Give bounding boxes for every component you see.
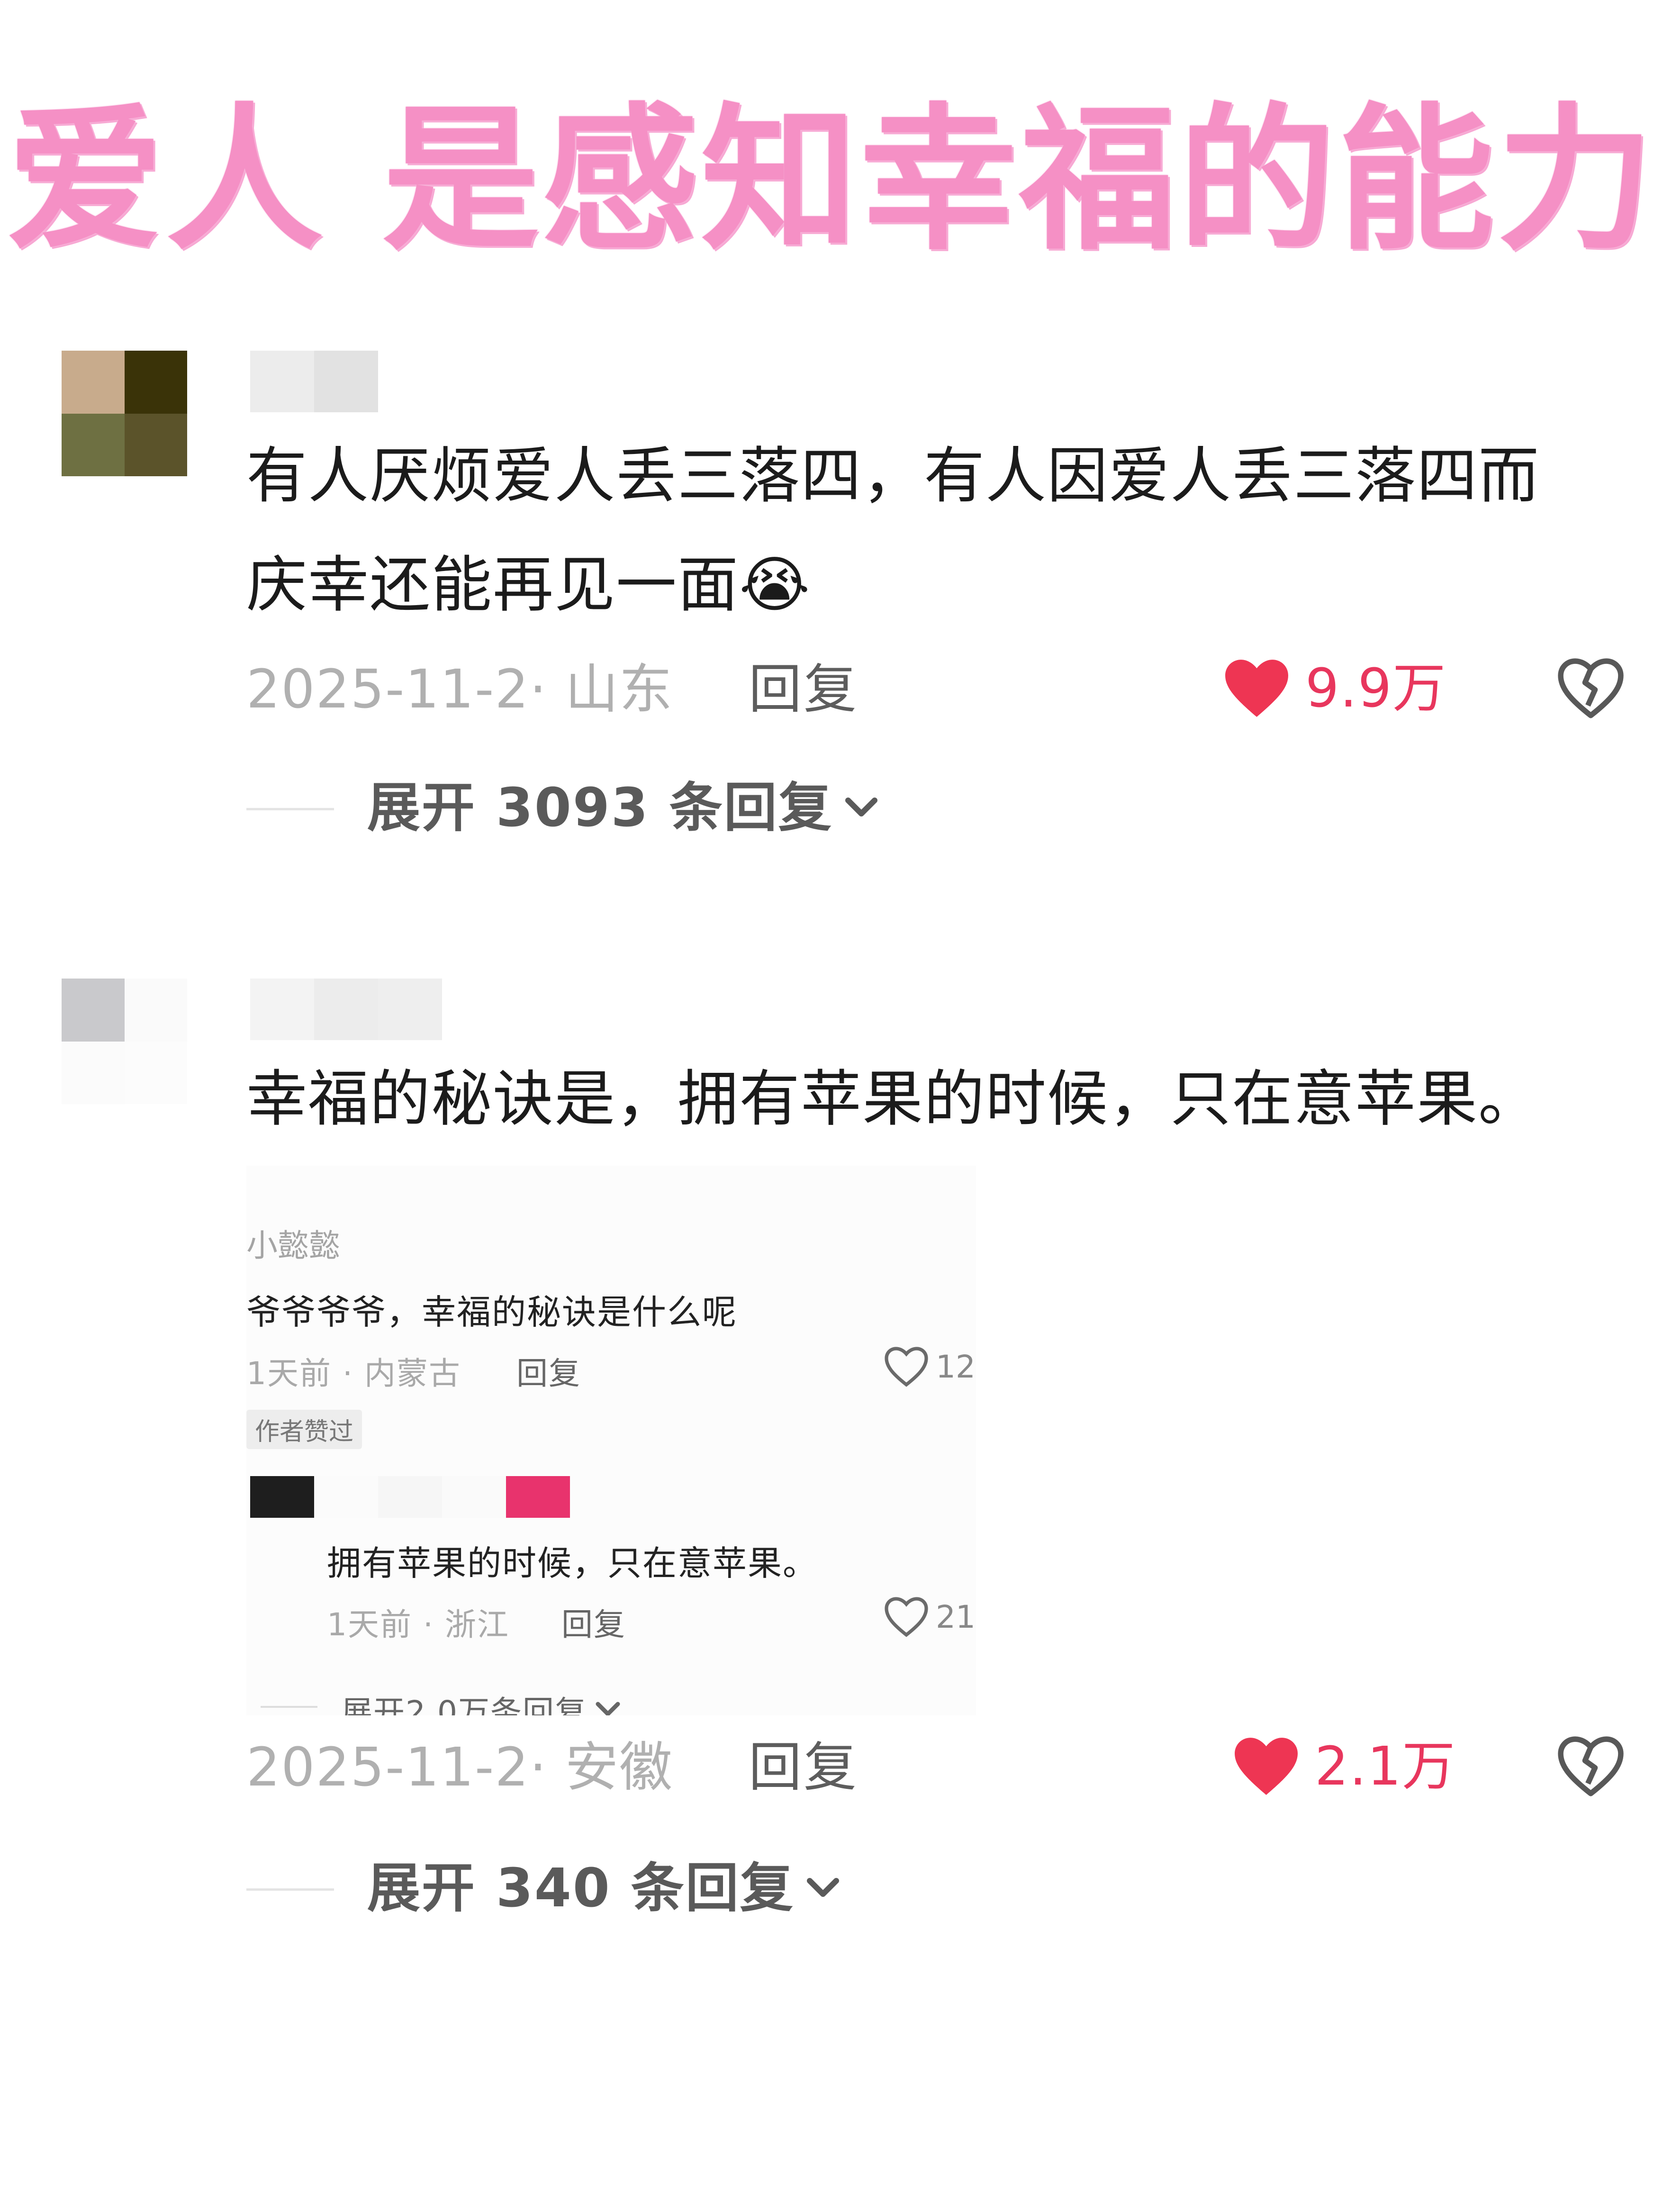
- embedded-comment-text: 爷爷爷爷，幸福的秘诀是什么呢: [246, 1292, 738, 1332]
- blur-block: [442, 1476, 506, 1518]
- expand-replies-label: 展开 3093 条回复: [367, 777, 833, 839]
- comment-meta: 2025-11-2· 安徽: [246, 1737, 673, 1798]
- expand-replies-label: 展开 340 条回复: [367, 1858, 795, 1919]
- embedded-reply-like[interactable]: 21.: [884, 1596, 976, 1638]
- expand-replies-button[interactable]: 展开 340 条回复: [367, 1858, 842, 1919]
- comment-meta: 2025-11-2· 山东: [246, 659, 673, 720]
- blur-block: [314, 351, 378, 412]
- blur-block: [378, 979, 442, 1040]
- avatar-pixel: [62, 1041, 125, 1104]
- embedded-username: 小懿懿: [246, 1227, 340, 1264]
- heart-filled-icon: [1225, 660, 1288, 717]
- avatar-pixel: [124, 413, 187, 476]
- avatar-pixel: [124, 979, 187, 1042]
- blur-block: [506, 1476, 570, 1518]
- reply-button[interactable]: 回复: [749, 659, 859, 720]
- username-blurred[interactable]: [250, 979, 442, 1040]
- like-count: 2.1万: [1315, 1735, 1456, 1797]
- blur-block: [250, 1476, 314, 1518]
- embedded-expand-button[interactable]: 展开2.0万条回复: [341, 1687, 622, 1715]
- embedded-reply-text: 拥有苹果的时候，只在意苹果。: [327, 1543, 818, 1583]
- embedded-meta: 1天前 · 内蒙古: [246, 1355, 461, 1392]
- chevron-down-icon: [806, 1878, 839, 1897]
- like-count: 9.9万: [1305, 657, 1447, 719]
- embedded-screenshot: 小懿懿 爷爷爷爷，幸福的秘诀是什么呢 1天前 · 内蒙古 回复 12. 作者赞过…: [246, 1166, 976, 1715]
- avatar-pixel: [124, 1041, 187, 1104]
- broken-heart-icon[interactable]: [1556, 656, 1625, 720]
- embedded-reply-username-blurred: [250, 1476, 570, 1518]
- embedded-reply-reply-button[interactable]: 回复: [561, 1599, 626, 1645]
- avatar-pixel: [62, 413, 125, 476]
- blur-block: [314, 979, 378, 1040]
- broken-heart-icon[interactable]: [1556, 1734, 1625, 1798]
- embedded-expand-label: 展开2.0万条回复: [341, 1694, 587, 1715]
- reply-button[interactable]: 回复: [749, 1737, 859, 1798]
- embedded-like[interactable]: 12.: [884, 1346, 976, 1387]
- heart-outline-icon: [885, 1597, 928, 1637]
- divider: [261, 1706, 317, 1708]
- blur-block: [250, 979, 314, 1040]
- expand-replies-button[interactable]: 展开 3093 条回复: [367, 777, 880, 839]
- comment-line: 庆幸还能再见一面😭: [246, 550, 811, 620]
- comment-text: 幸福的秘诀是，拥有苹果的时候，只在意苹果。: [246, 1064, 1540, 1134]
- comment-line: 有人厌烦爱人丢三落四，有人因爱人丢三落四而: [246, 441, 1540, 511]
- embedded-reply-meta: 1天前 · 浙江: [327, 1606, 509, 1643]
- page-title: 爱人 是感知幸福的能力: [7, 89, 1656, 271]
- avatar[interactable]: [62, 979, 187, 1104]
- heart-filled-icon: [1235, 1738, 1298, 1795]
- avatar-pixel: [62, 979, 125, 1042]
- divider: [246, 1888, 334, 1891]
- avatar[interactable]: [62, 351, 187, 476]
- blur-block: [250, 351, 314, 412]
- embedded-reply-like-count: 21.: [936, 1598, 976, 1635]
- blur-block: [378, 1476, 442, 1518]
- avatar-pixel: [124, 351, 187, 414]
- chevron-down-icon: [596, 1702, 620, 1715]
- username-blurred[interactable]: [250, 351, 378, 412]
- heart-outline-icon: [885, 1347, 928, 1387]
- comment-text: 有人厌烦爱人丢三落四，有人因爱人丢三落四而 庆幸还能再见一面😭: [246, 422, 1620, 640]
- avatar-pixel: [62, 351, 125, 414]
- like-button[interactable]: 2.1万: [1232, 1734, 1456, 1798]
- divider: [246, 808, 334, 810]
- embedded-reply-button[interactable]: 回复: [516, 1348, 581, 1394]
- like-button[interactable]: 9.9万: [1222, 656, 1446, 720]
- blur-block: [314, 1476, 378, 1518]
- author-liked-badge: 作者赞过: [246, 1410, 362, 1449]
- embedded-like-count: 12.: [936, 1348, 976, 1385]
- chevron-down-icon: [845, 798, 877, 816]
